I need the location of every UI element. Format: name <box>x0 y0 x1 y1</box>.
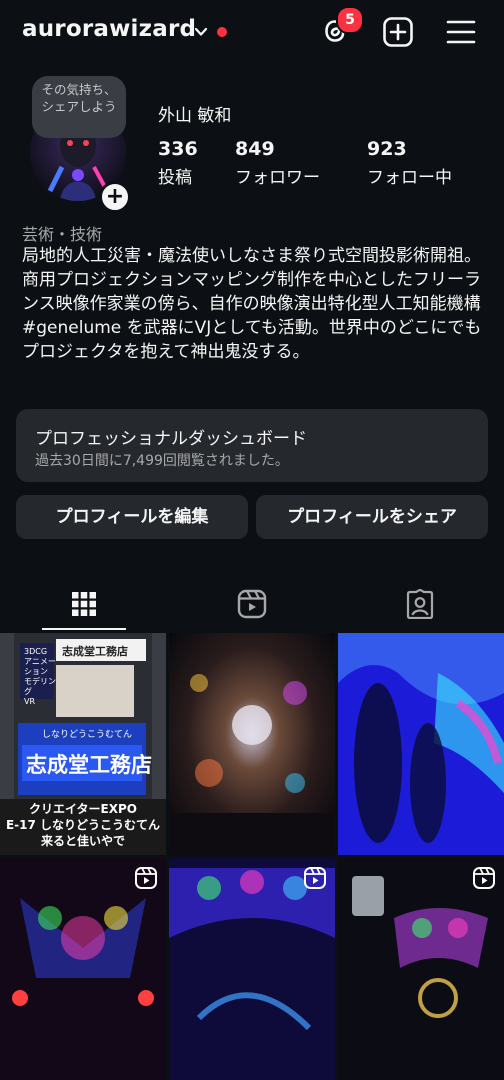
screen-small-text: しなりどうこうむてん <box>42 730 133 740</box>
post-caption-overlay: クリエイターEXPO E-17 しなりどうこうむてん 来ると佳いやで <box>5 802 161 848</box>
add-story-icon[interactable]: + <box>99 181 131 213</box>
dashboard-subtitle: 過去30日間に7,499回閲覧されました。 <box>35 453 289 469</box>
reel-indicator-icon <box>473 867 495 889</box>
profile-category: 芸術・技術 <box>22 225 103 244</box>
posts-count[interactable]: 336 <box>158 138 198 160</box>
followers-count[interactable]: 849 <box>235 138 275 160</box>
active-tab-indicator <box>42 628 126 630</box>
reel-indicator-icon <box>135 867 157 889</box>
following-label[interactable]: フォロー中 <box>367 163 452 188</box>
username-switcher[interactable]: aurorawizard <box>22 16 196 42</box>
post-tile[interactable] <box>169 858 335 1080</box>
post-thumbnail <box>338 858 504 1080</box>
threads-notification-badge: 5 <box>336 6 364 34</box>
tab-posts-grid[interactable] <box>0 576 168 632</box>
poster-text: 3DCG アニメーション モデリング VR <box>24 647 56 706</box>
tab-reels[interactable] <box>168 576 336 632</box>
bio-line: 局地的人工災害・魔法使いしなさま祭り式空間投影術開祖。 <box>22 246 481 266</box>
followers-label[interactable]: フォロワー <box>235 163 320 188</box>
post-thumbnail <box>338 633 504 855</box>
professional-dashboard-card[interactable]: プロフェッショナルダッシュボード 過去30日間に7,499回閲覧されました。 <box>16 409 488 482</box>
post-thumbnail <box>169 858 335 1080</box>
post-tile[interactable] <box>338 858 504 1080</box>
post-tile[interactable] <box>0 858 166 1080</box>
tagged-icon <box>406 589 434 619</box>
new-post-icon[interactable] <box>382 16 414 48</box>
edit-profile-button[interactable]: プロフィールを編集 <box>16 495 248 539</box>
post-thumbnail <box>0 858 166 1080</box>
post-tile[interactable] <box>169 633 335 855</box>
grid-icon <box>72 592 96 616</box>
profile-bio: 局地的人工災害・魔法使いしなさま祭り式空間投影術開祖。 商用プロジェクションマッ… <box>22 244 487 364</box>
reel-indicator-icon <box>304 867 326 889</box>
post-tile[interactable]: 志成堂工務店 3DCG アニメーション モデリング VR しなりどうこうむてん … <box>0 633 166 855</box>
post-thumbnail <box>169 633 335 855</box>
following-count[interactable]: 923 <box>367 138 407 160</box>
share-profile-button[interactable]: プロフィールをシェア <box>256 495 488 539</box>
sign-text: 志成堂工務店 <box>62 645 128 658</box>
screen-big-text: 志成堂工務店 <box>26 753 152 777</box>
full-name: 外山 敏和 <box>158 106 232 126</box>
reels-icon <box>237 589 267 619</box>
bio-line: 商用プロジェクションマッピング制作を中心としたフリーランス映像作家業の傍ら、自作… <box>22 270 482 362</box>
dashboard-title: プロフェッショナルダッシュボード <box>35 429 307 449</box>
post-tile[interactable] <box>338 633 504 855</box>
posts-label[interactable]: 投稿 <box>158 163 192 188</box>
notification-dot <box>217 27 227 37</box>
profile-note-bubble[interactable]: その気持ち、シェアしよう <box>32 76 126 138</box>
hamburger-menu-icon[interactable] <box>446 18 476 46</box>
chevron-down-icon[interactable] <box>193 24 209 40</box>
tab-tagged[interactable] <box>336 576 504 632</box>
